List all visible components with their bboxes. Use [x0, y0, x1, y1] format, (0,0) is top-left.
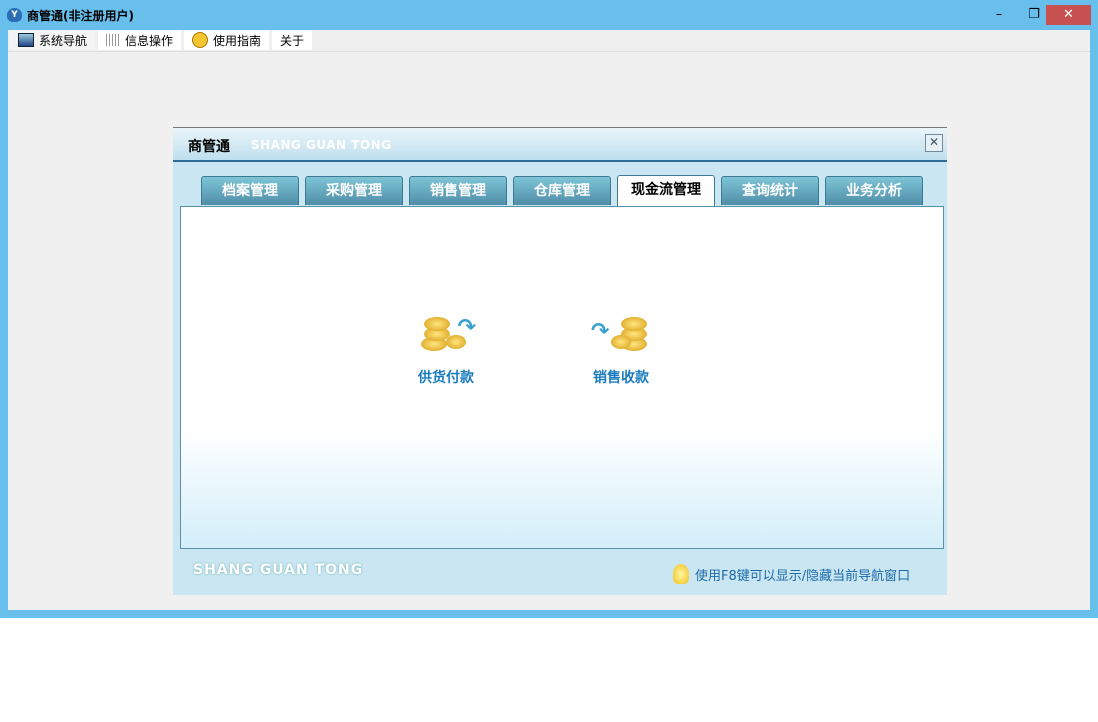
- close-button[interactable]: ✕: [1046, 5, 1091, 25]
- menu-guide[interactable]: 使用指南: [184, 30, 270, 50]
- grid-icon: [106, 34, 121, 46]
- menu-label: 关于: [280, 33, 305, 48]
- coins-receipt-icon: ↷: [591, 307, 651, 357]
- sales-receipt-button[interactable]: ↷ 销售收款: [591, 307, 651, 387]
- footer-logo: SHANG GUAN TONG: [193, 562, 364, 578]
- footer-tip-text: 使用F8键可以显示/隐藏当前导航窗口: [695, 568, 911, 584]
- restore-button[interactable]: ❐: [1020, 5, 1048, 25]
- window-title: 商管通(非注册用户): [27, 9, 134, 23]
- tab-sales[interactable]: 销售管理: [409, 176, 507, 205]
- coins-payment-icon: ↷: [416, 307, 476, 357]
- dialog-header: 商管通 SHANG GUAN TONG ✕: [173, 128, 947, 162]
- tab-archive[interactable]: 档案管理: [201, 176, 299, 205]
- monitor-icon: [18, 33, 34, 47]
- lightbulb-icon: [673, 564, 689, 584]
- minimize-button[interactable]: –: [985, 5, 1013, 25]
- tab-bar: 档案管理 采购管理 销售管理 仓库管理 现金流管理 查询统计 业务分析: [201, 175, 923, 206]
- footer-tip: 使用F8键可以显示/隐藏当前导航窗口: [673, 564, 910, 584]
- menu-system-nav[interactable]: 系统导航: [10, 30, 96, 50]
- help-icon: [192, 32, 209, 48]
- menu-label: 信息操作: [125, 33, 174, 48]
- function-label: 供货付款: [418, 370, 474, 386]
- menu-bar: 系统导航 信息操作 使用指南 关于: [8, 30, 1090, 52]
- dialog-title: 商管通: [188, 139, 230, 155]
- menu-label: 系统导航: [39, 33, 88, 48]
- tab-cashflow[interactable]: 现金流管理: [617, 175, 715, 206]
- tab-purchase[interactable]: 采购管理: [305, 176, 403, 205]
- menu-about[interactable]: 关于: [272, 30, 313, 50]
- menu-info-ops[interactable]: 信息操作: [98, 30, 182, 50]
- dialog-close-button[interactable]: ✕: [925, 134, 943, 152]
- navigation-dialog: 商管通 SHANG GUAN TONG ✕ 档案管理 采购管理 销售管理 仓库管…: [173, 127, 947, 595]
- app-icon: Y: [7, 8, 22, 22]
- tab-analysis[interactable]: 业务分析: [825, 176, 923, 205]
- tab-warehouse[interactable]: 仓库管理: [513, 176, 611, 205]
- title-bar: Y 商管通(非注册用户) – ❐ ✕: [0, 0, 1098, 30]
- menu-label: 使用指南: [213, 33, 262, 48]
- dialog-subtitle: SHANG GUAN TONG: [251, 138, 392, 152]
- tab-query[interactable]: 查询统计: [721, 176, 819, 205]
- tab-panel: ↷ 供货付款 ↷ 销售收款: [180, 206, 944, 549]
- function-label: 销售收款: [593, 370, 649, 386]
- client-area: 系统导航 信息操作 使用指南 关于 商管通 SHANG GUAN TONG ✕ …: [8, 30, 1090, 610]
- supplier-payment-button[interactable]: ↷ 供货付款: [416, 307, 476, 387]
- app-window: Y 商管通(非注册用户) – ❐ ✕ 系统导航 信息操作 使用指南 关于 商管通…: [0, 0, 1098, 618]
